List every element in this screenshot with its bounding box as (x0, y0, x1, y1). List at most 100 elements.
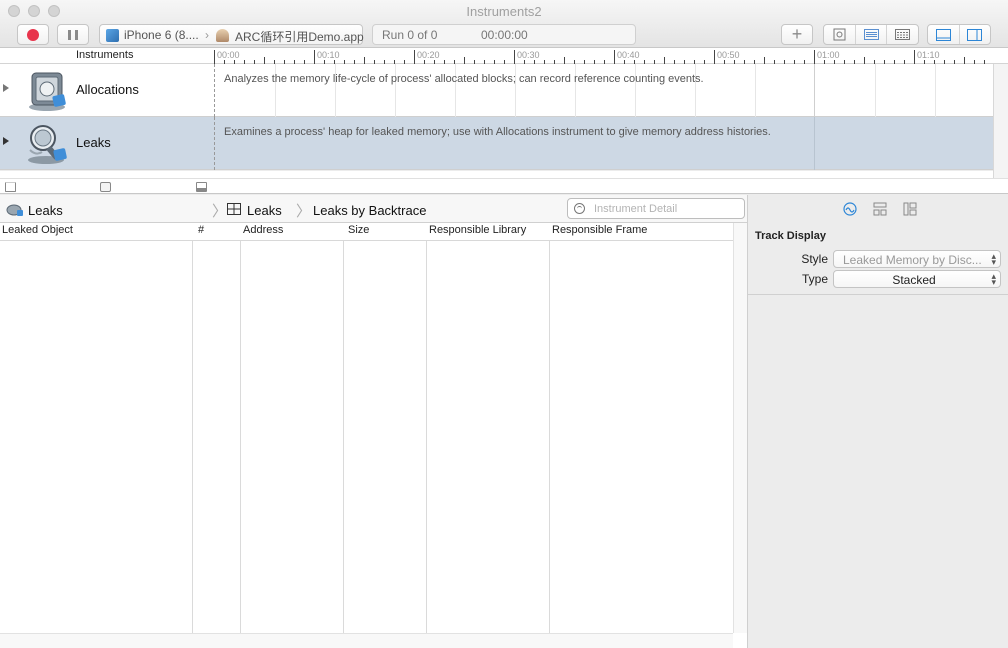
ruler-major-tick (414, 50, 415, 64)
ruler-minor-tick (764, 57, 765, 64)
track-name: Leaks (76, 135, 111, 150)
ruler-tick-label: 00:00 (217, 50, 240, 60)
instruments-column-label: Instruments (76, 49, 134, 61)
device-icon (106, 29, 119, 42)
chevron-right-icon: › (205, 28, 209, 42)
track-description: Examines a process' heap for leaked memo… (224, 126, 771, 138)
chevron-right-icon: 〉 (296, 203, 312, 220)
track-name: Allocations (76, 82, 139, 97)
ruler-major-tick (814, 50, 815, 64)
style-select[interactable]: Leaked Memory by Disc... ▴ ▾ (833, 250, 1001, 268)
inspector-tabs (748, 195, 1008, 223)
display-settings-icon[interactable] (873, 202, 887, 216)
right-panel-icon (967, 28, 983, 41)
target-device: iPhone 6 (8.... (124, 28, 199, 42)
section-title: Track Display (755, 230, 826, 242)
target-selector[interactable]: iPhone 6 (8.... › ARC循环引用Demo.app (99, 24, 364, 45)
ruler-minor-tick (964, 57, 965, 64)
ruler-tick-label: 00:20 (417, 50, 440, 60)
snap-track-icon[interactable] (196, 182, 207, 192)
add-instrument-button[interactable]: + (781, 24, 813, 45)
type-value: Stacked (892, 273, 936, 287)
track-scale-icon[interactable] (100, 182, 111, 192)
grid-view-button[interactable] (887, 25, 918, 44)
breadcrumb-subview[interactable]: Leaks by Backtrace (313, 203, 426, 218)
type-select[interactable]: Stacked ▴ ▾ (833, 270, 1001, 288)
ruler-major-tick (214, 50, 215, 64)
track-leaks[interactable]: Leaks Examines a process' heap for leake… (0, 117, 993, 170)
column-count[interactable]: # (198, 224, 204, 236)
table-horizontal-scrollbar[interactable] (0, 633, 733, 648)
settings-view-button[interactable] (824, 25, 856, 44)
column-size[interactable]: Size (348, 224, 369, 236)
ruler-tick-label: 00:30 (517, 50, 540, 60)
column-responsible-frame[interactable]: Responsible Frame (552, 224, 647, 236)
pause-button[interactable] (57, 24, 89, 45)
leaks-table: Leaked Object # Address Size Responsible… (0, 223, 747, 648)
leaks-small-icon (6, 204, 23, 216)
ruler-minor-tick (364, 57, 365, 64)
leaks-instrument-icon (28, 125, 67, 164)
column-address[interactable]: Address (243, 224, 283, 236)
table-view-icon (227, 203, 241, 215)
ruler-tick-label: 01:00 (817, 50, 840, 60)
extended-detail-icon[interactable] (903, 202, 917, 216)
breadcrumb-instrument[interactable]: Leaks (28, 203, 63, 218)
track-timeline[interactable] (214, 117, 993, 170)
style-value: Leaked Memory by Disc... (843, 253, 982, 267)
type-label: Type (801, 272, 828, 286)
gear-icon (833, 28, 846, 41)
filter-icon (574, 203, 585, 214)
ruler-major-tick (714, 50, 715, 64)
toggle-bottom-panel-button[interactable] (928, 25, 960, 44)
ruler-tick-label: 00:50 (717, 50, 740, 60)
record-icon (27, 28, 39, 41)
inspector-panel: Track Display Style Leaked Memory by Dis… (747, 195, 1008, 648)
record-settings-icon[interactable] (843, 202, 857, 216)
ruler-minor-tick (464, 57, 465, 64)
record-button[interactable] (17, 24, 49, 45)
search-input[interactable] (594, 201, 742, 216)
style-label: Style (801, 252, 828, 266)
tracks-scrollbar[interactable] (993, 64, 1008, 178)
track-allocations-header: Allocations (0, 64, 214, 117)
bottom-panel-icon (935, 28, 951, 41)
breadcrumb-view[interactable]: Leaks (247, 203, 282, 218)
list-view-button[interactable] (856, 25, 887, 44)
view-mode-control (823, 24, 919, 45)
timeline-ruler[interactable]: 00:00 00:10 00:20 00:30 00:40 00:50 01:00 01:10 (214, 48, 1008, 64)
pause-icon (68, 29, 78, 40)
disclosure-triangle-icon[interactable] (3, 84, 9, 92)
track-timeline[interactable] (214, 64, 993, 117)
ruler-minor-tick (264, 57, 265, 64)
ruler-major-tick (914, 50, 915, 64)
allocations-instrument-icon (29, 72, 66, 111)
ruler-minor-tick (664, 57, 665, 64)
track-allocations[interactable]: Allocations Analyzes the memory life-cyc… (0, 64, 993, 117)
app-icon (216, 29, 229, 42)
ruler-major-tick (314, 50, 315, 64)
ruler-tick-label: 00:10 (317, 50, 340, 60)
track-leaks-header: Leaks (0, 117, 214, 170)
track-height-icon[interactable] (5, 182, 16, 192)
tracks-header: Instruments 00:00 00:10 00:20 00:30 00:40 00:… (0, 48, 1008, 64)
ruler-tick-label: 00:40 (617, 50, 640, 60)
table-vertical-scrollbar[interactable] (733, 223, 747, 633)
column-leaked-object[interactable]: Leaked Object (2, 224, 73, 236)
up-down-arrows-icon: ▴ ▾ (991, 271, 996, 287)
ruler-minor-tick (564, 57, 565, 64)
chevron-right-icon: 〉 (212, 203, 228, 220)
window-title: Instruments2 (466, 4, 542, 19)
panel-toggle-control (927, 24, 991, 45)
run-label: Run 0 of 0 (382, 28, 438, 42)
ruler-major-tick (514, 50, 515, 64)
disclosure-triangle-icon[interactable] (3, 137, 9, 145)
tracks-footer (0, 178, 1008, 194)
toggle-right-panel-button[interactable] (960, 25, 991, 44)
tracks-empty-area (0, 171, 993, 178)
ruler-tick-label: 01:10 (917, 50, 940, 60)
column-responsible-library[interactable]: Responsible Library (429, 224, 526, 236)
detail-navigation-bar: Leaks 〉 Leaks 〉 Leaks by Backtrace (0, 195, 747, 223)
instrument-detail-search[interactable] (567, 198, 745, 219)
grid-icon (895, 29, 910, 40)
